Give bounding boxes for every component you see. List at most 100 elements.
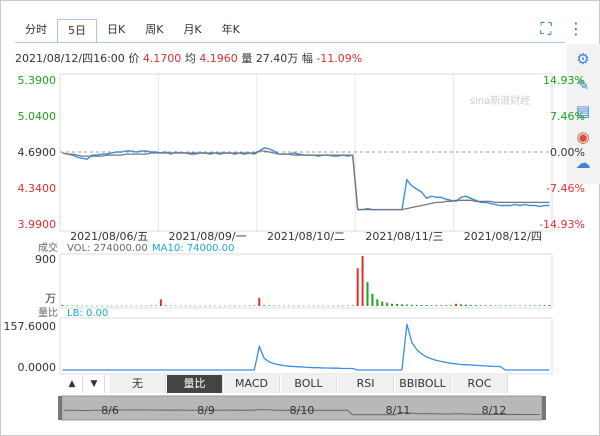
volume-bar xyxy=(238,305,241,307)
ratio-y-tick: 157.6000 xyxy=(4,320,57,333)
indicator-tab-2[interactable]: MACD xyxy=(224,375,280,393)
volume-bar xyxy=(425,305,428,306)
volume-bar xyxy=(528,305,531,306)
volume-bar xyxy=(145,305,148,307)
navigator-left-handle xyxy=(58,396,62,420)
volume-bar xyxy=(81,305,84,307)
volume-bar xyxy=(199,305,202,307)
volume-bar xyxy=(459,304,462,306)
x-date-label: 2021/08/06/五 xyxy=(70,230,148,243)
price-y-tick-right: 7.46% xyxy=(550,110,585,123)
volume-legend-ma: MA10: 74000.00 xyxy=(152,243,234,254)
volume-bar xyxy=(302,305,305,307)
volume-bar xyxy=(440,305,443,306)
indicator-tab-0[interactable]: 无 xyxy=(110,375,166,393)
volume-bar xyxy=(292,305,295,307)
volume-bar xyxy=(327,305,330,307)
volume-bar xyxy=(95,305,98,307)
volume-bar xyxy=(317,305,320,307)
price-line xyxy=(62,147,550,211)
price-y-tick-left: 5.0400 xyxy=(18,110,57,123)
volume-bar xyxy=(243,305,246,307)
x-date-label: 2021/08/10/二 xyxy=(267,230,345,243)
volume-bar xyxy=(494,305,497,306)
volume-bar xyxy=(400,304,403,306)
volume-bar xyxy=(415,304,418,306)
volume-bar xyxy=(100,305,103,307)
indicator-tab-1[interactable]: 量比 xyxy=(167,375,223,393)
ratio-label: 量比 xyxy=(38,307,58,319)
volume-bar xyxy=(346,305,349,307)
volume-bar xyxy=(548,305,551,306)
volume-bar xyxy=(228,305,231,307)
volume-bar xyxy=(90,305,93,307)
volume-bar xyxy=(71,305,74,307)
price-y-tick-right: -14.93% xyxy=(539,218,585,231)
volume-bar xyxy=(489,305,492,306)
volume-bar xyxy=(351,305,354,306)
ratio-legend-lb: LB: 0.00 xyxy=(67,308,108,319)
navigator-label: 8/9 xyxy=(197,404,215,417)
volume-bar xyxy=(164,305,167,306)
volume-bar xyxy=(223,305,226,307)
volume-bar xyxy=(376,299,379,306)
volume-bar xyxy=(169,305,172,307)
price-y-tick-left: 4.6900 xyxy=(18,146,57,159)
indicator-tab-4[interactable]: RSI xyxy=(338,375,394,393)
volume-bar xyxy=(474,305,477,306)
volume-bar xyxy=(115,305,118,307)
volume-bar xyxy=(484,305,487,306)
avg-price-line xyxy=(62,150,550,211)
volume-bar xyxy=(248,305,251,307)
volume-bar xyxy=(258,297,261,306)
volume-bar xyxy=(277,305,280,307)
navigator-label: 8/6 xyxy=(101,404,119,417)
scroll-up-arrow[interactable]: ▲ xyxy=(62,375,83,393)
volume-bar xyxy=(233,305,236,307)
volume-bar xyxy=(297,305,300,307)
indicator-tab-5[interactable]: BBIBOLL xyxy=(395,375,451,393)
price-y-tick-right: -7.46% xyxy=(546,182,585,195)
volume-bar xyxy=(307,305,310,307)
volume-bar xyxy=(430,305,433,306)
volume-bar xyxy=(76,305,79,307)
volume-bar xyxy=(464,304,467,306)
volume-bar xyxy=(420,305,423,306)
volume-bar xyxy=(322,305,325,307)
volume-bar xyxy=(538,305,541,306)
volume-bar xyxy=(287,305,290,307)
volume-bar xyxy=(140,305,143,307)
volume-bar xyxy=(130,305,133,307)
volume-bar xyxy=(105,305,108,307)
volume-bar xyxy=(366,282,369,306)
volume-bar xyxy=(519,305,522,306)
volume-ratio-line xyxy=(62,323,550,371)
volume-bar xyxy=(125,305,128,307)
volume-bar xyxy=(282,305,285,307)
volume-bar xyxy=(479,305,482,306)
volume-bar xyxy=(356,268,359,306)
volume-bar xyxy=(504,305,507,306)
indicator-tab-6[interactable]: ROC xyxy=(452,375,508,393)
volume-bar xyxy=(386,302,389,306)
volume-bar xyxy=(86,305,89,307)
volume-bar xyxy=(110,305,113,307)
volume-bar xyxy=(194,305,197,307)
indicator-tab-3[interactable]: BOLL xyxy=(281,375,337,393)
volume-bar xyxy=(435,305,438,306)
x-date-label: 2021/08/12/四 xyxy=(464,230,542,243)
scroll-down-arrow[interactable]: ▼ xyxy=(84,375,105,393)
volume-bar xyxy=(361,256,364,306)
price-y-tick-right: 14.93% xyxy=(543,74,585,87)
volume-bar xyxy=(66,305,69,306)
volume-panel-border xyxy=(59,253,553,309)
volume-bar xyxy=(445,305,448,306)
volume-bar xyxy=(455,303,458,306)
volume-bar xyxy=(371,293,374,306)
navigator-label: 8/12 xyxy=(482,404,507,417)
navigator-right-handle xyxy=(542,396,546,420)
volume-bar xyxy=(523,305,526,306)
volume-bar xyxy=(268,305,271,306)
ratio-y-tick: 0.0000 xyxy=(18,361,57,374)
volume-bar xyxy=(209,305,212,307)
